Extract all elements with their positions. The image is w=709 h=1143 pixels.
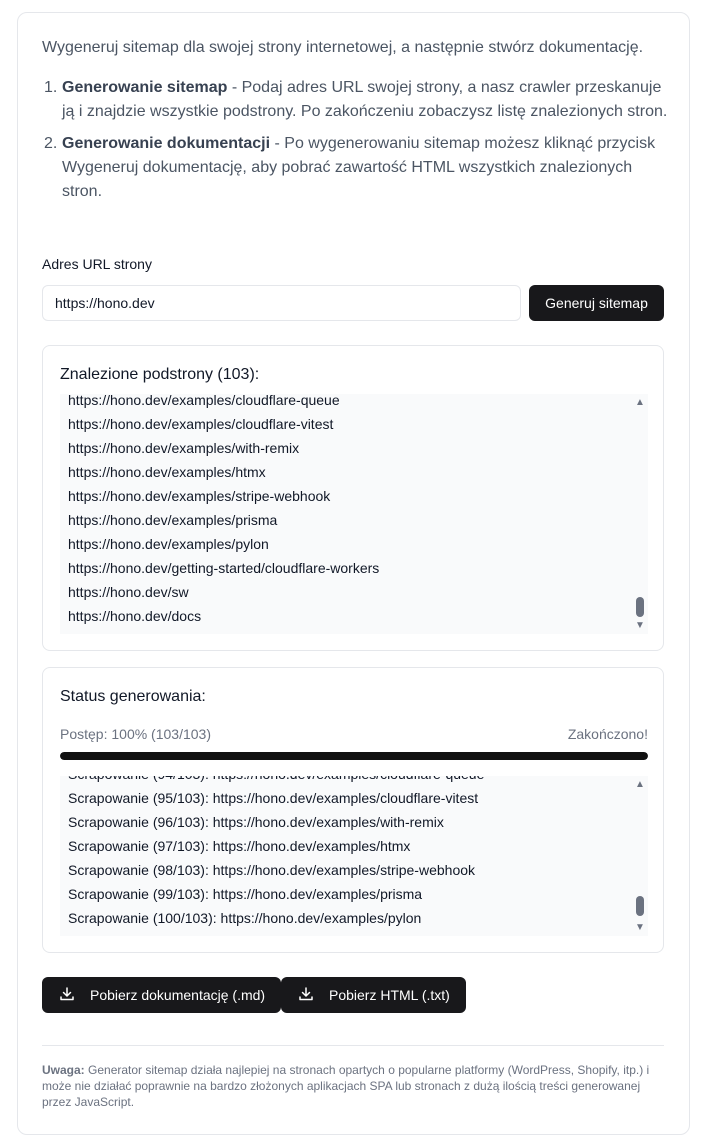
found-pages-list[interactable]: https://hono.dev/examples/cloudflare-que… [60, 394, 648, 634]
generate-sitemap-button[interactable]: Generuj sitemap [529, 285, 664, 321]
list-item: https://hono.dev/examples/with-remix [68, 440, 300, 456]
url-input[interactable] [42, 285, 521, 321]
note-label: Uwaga: [42, 1063, 85, 1077]
progress-bar [60, 752, 648, 760]
status-log[interactable]: Scrapowanie (94/103): https://hono.dev/e… [60, 776, 648, 936]
list-item: https://hono.dev/examples/stripe-webhook [68, 488, 331, 504]
found-pages-rows: https://hono.dev/examples/cloudflare-que… [68, 394, 379, 628]
intro-text: Wygeneruj sitemap dla swojej strony inte… [42, 39, 644, 56]
list-item: https://hono.dev/examples/cloudflare-vit… [68, 416, 334, 432]
note-body: Generator sitemap działa najlepiej na st… [42, 1063, 650, 1109]
progress-bar-fill [60, 752, 648, 760]
log-item: Scrapowanie (95/103): https://hono.dev/e… [68, 790, 479, 806]
log-item: Scrapowanie (94/103): https://hono.dev/e… [68, 776, 484, 786]
list-item: https://hono.dev/getting-started/cloudfl… [68, 560, 380, 576]
steps-list: 1. Generowanie sitemap - Podaj adres URL… [42, 76, 668, 212]
log-item: Scrapowanie (96/103): https://hono.dev/e… [68, 814, 444, 830]
step-title: Generowanie dokumentacji [62, 135, 271, 152]
list-item: https://hono.dev/examples/pylon [68, 536, 269, 552]
scroll-up-icon[interactable]: ▲ [635, 398, 645, 408]
step-title: Generowanie sitemap [62, 79, 228, 96]
step-number: 2. [44, 135, 58, 152]
download-icon [298, 986, 329, 1005]
found-pages-panel: Znalezione podstrony (103): https://hono… [42, 345, 664, 651]
scroll-up-icon[interactable]: ▲ [635, 780, 645, 790]
scrollbar-thumb[interactable] [636, 597, 644, 617]
list-item: https://hono.dev/sw [68, 584, 189, 600]
progress-row: Postęp: 100% (103/103) Zakończono! [60, 726, 648, 742]
progress-text: Postęp: 100% (103/103) [60, 726, 211, 742]
list-item: https://hono.dev/examples/cloudflare-que… [68, 394, 340, 408]
status-panel: Status generowania: Postęp: 100% (103/10… [42, 667, 664, 953]
log-item: Scrapowanie (100/103): https://hono.dev/… [68, 910, 422, 926]
step-item: 1. Generowanie sitemap - Podaj adres URL… [42, 76, 668, 124]
step-item: 2. Generowanie dokumentacji - Po wygener… [42, 132, 668, 204]
list-item: https://hono.dev/examples/htmx [68, 464, 266, 480]
status-log-rows: Scrapowanie (94/103): https://hono.dev/e… [68, 776, 484, 930]
list-item: https://hono.dev/examples/prisma [68, 512, 278, 528]
list-item: https://hono.dev/docs [68, 608, 202, 624]
download-html-label: Pobierz HTML (.txt) [329, 987, 450, 1003]
scrollbar-thumb[interactable] [636, 896, 644, 916]
step-number: 1. [44, 79, 58, 96]
progress-done-text: Zakończono! [567, 726, 648, 742]
log-item: Scrapowanie (99/103): https://hono.dev/e… [68, 886, 423, 902]
log-item: Scrapowanie (97/103): https://hono.dev/e… [68, 838, 411, 854]
found-pages-title: Znalezione podstrony (103): [60, 366, 260, 383]
scroll-down-icon[interactable]: ▼ [635, 621, 645, 631]
divider [42, 1045, 664, 1046]
note-text: Uwaga: Generator sitemap działa najlepie… [42, 1062, 664, 1110]
status-title: Status generowania: [60, 688, 206, 705]
download-html-button[interactable]: Pobierz HTML (.txt) [281, 977, 466, 1013]
log-item: Scrapowanie (98/103): https://hono.dev/e… [68, 862, 476, 878]
scroll-down-icon[interactable]: ▼ [635, 923, 645, 933]
download-docs-label: Pobierz dokumentację (.md) [90, 987, 266, 1003]
download-docs-button[interactable]: Pobierz dokumentację (.md) [42, 977, 281, 1013]
download-icon [59, 986, 90, 1005]
url-label: Adres URL strony [42, 256, 152, 272]
